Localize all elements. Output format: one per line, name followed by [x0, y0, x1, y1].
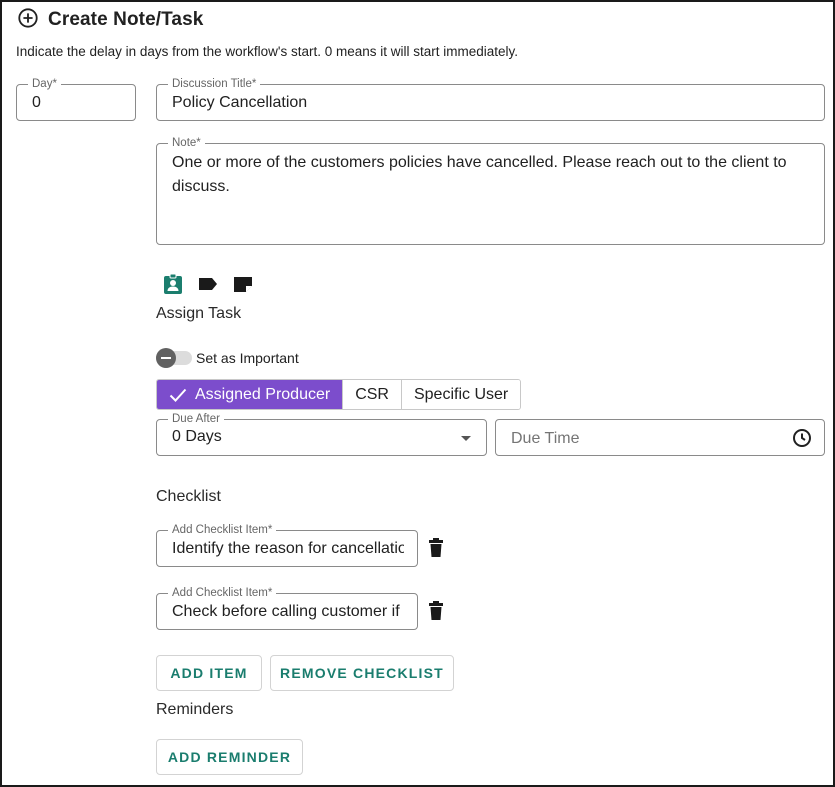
due-after-label: Due After: [168, 412, 224, 426]
add-reminder-button[interactable]: ADD REMINDER: [156, 739, 303, 775]
important-toggle-label: Set as Important: [196, 350, 299, 366]
checklist-item-label: Add Checklist Item*: [168, 586, 277, 600]
add-item-button[interactable]: ADD ITEM: [156, 655, 262, 691]
checklist-item-value: Check before calling customer if they ha…: [172, 603, 404, 620]
toggle-knob[interactable]: [156, 348, 176, 368]
assign-task-icon[interactable]: [163, 273, 183, 295]
clock-icon[interactable]: [792, 428, 812, 448]
assignee-selector: Assigned Producer CSR Specific User: [156, 379, 522, 410]
day-field-value: 0: [32, 94, 41, 111]
day-field-label: Day*: [28, 77, 61, 91]
discussion-title-label: Discussion Title*: [168, 77, 261, 91]
checklist-item-label: Add Checklist Item*: [168, 523, 277, 537]
note-action-icons: [163, 273, 253, 295]
assignee-option-label: Assigned Producer: [195, 385, 331, 403]
trash-icon[interactable]: [428, 538, 444, 558]
assignee-option-label: Specific User: [413, 385, 509, 403]
note-field-value: One or more of the customers policies ha…: [172, 154, 787, 195]
tag-icon[interactable]: [197, 276, 219, 292]
assignee-option-csr[interactable]: CSR: [342, 380, 401, 409]
note-field-label: Note*: [168, 136, 205, 150]
checklist-heading: Checklist: [156, 488, 221, 505]
due-time-field[interactable]: Due Time: [495, 419, 825, 456]
discussion-title-field[interactable]: Discussion Title* Policy Cancellation: [156, 77, 825, 121]
due-time-placeholder: Due Time: [511, 430, 580, 447]
trash-icon[interactable]: [428, 601, 444, 621]
due-after-select[interactable]: Due After 0 Days: [156, 412, 487, 456]
day-field[interactable]: Day* 0: [16, 77, 136, 121]
discussion-title-value: Policy Cancellation: [172, 94, 308, 111]
page-title: Create Note/Task: [48, 9, 204, 30]
checklist-item-field[interactable]: Add Checklist Item* Check before calling…: [156, 586, 418, 630]
note-icon[interactable]: [233, 275, 253, 293]
delay-hint: Indicate the delay in days from the work…: [16, 44, 519, 59]
due-after-value: 0 Days: [172, 428, 222, 445]
add-circle-icon: [17, 7, 39, 34]
remove-checklist-button[interactable]: REMOVE CHECKLIST: [270, 655, 454, 691]
reminders-heading: Reminders: [156, 701, 234, 718]
assign-task-heading: Assign Task: [156, 305, 242, 322]
note-field[interactable]: Note* One or more of the customers polic…: [156, 136, 825, 245]
dialog-header: Create Note/Task: [17, 7, 204, 34]
checklist-item-field[interactable]: Add Checklist Item* Identify the reason …: [156, 523, 418, 567]
assignee-option-label: CSR: [355, 385, 389, 403]
assignee-option-specific-user[interactable]: Specific User: [400, 380, 521, 409]
toggle-track[interactable]: [156, 348, 192, 368]
important-toggle[interactable]: Set as Important: [156, 348, 299, 368]
assignee-option-producer[interactable]: Assigned Producer: [157, 380, 343, 409]
check-icon: [169, 388, 187, 402]
caret-down-icon[interactable]: [460, 435, 472, 442]
checklist-item-value: Identify the reason for cancellation: [172, 540, 404, 557]
